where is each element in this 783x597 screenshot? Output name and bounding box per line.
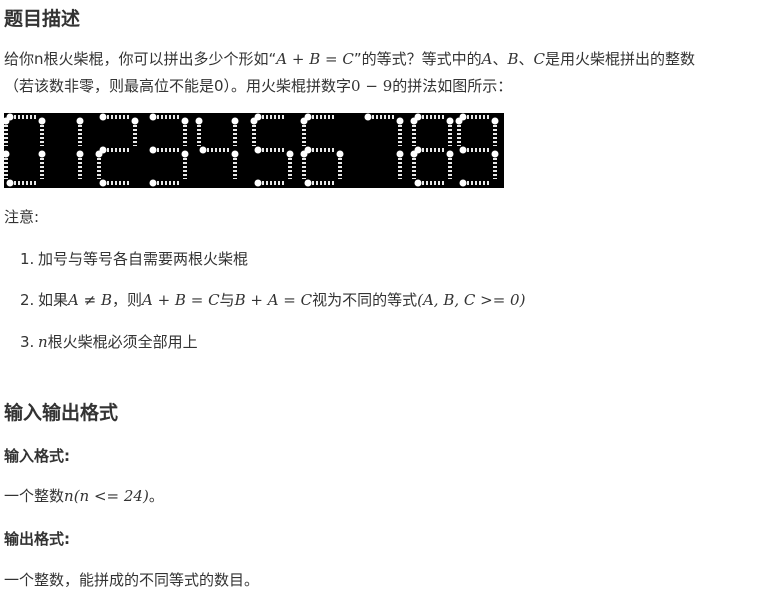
matchstick-head xyxy=(364,113,372,121)
matchstick-head xyxy=(300,117,308,125)
matchstick-head xyxy=(286,150,294,158)
matchstick-head xyxy=(396,117,404,125)
description-line-2: （若该数非零，则最高位不能是0）。用火柴棍拼数字0 − 9的拼法如图所示： xyxy=(4,77,513,95)
matchstick-head xyxy=(149,146,157,154)
matchstick-head xyxy=(38,150,46,158)
matchstick-head xyxy=(446,117,454,125)
input-text: 一个整数n(n <= 24)。 xyxy=(4,487,164,505)
output-title: 输出格式: xyxy=(4,530,70,548)
matchstick-head xyxy=(491,117,499,125)
note-item-2: 2. 如果A ≠ B，则A + B = C与B + A = C视为不同的等式(A,… xyxy=(20,291,526,309)
matchstick-head xyxy=(455,117,463,125)
matchstick-head xyxy=(76,150,84,158)
matchstick-head xyxy=(304,146,312,154)
matchstick-head xyxy=(38,117,46,125)
matchstick-head xyxy=(254,179,262,187)
matchstick-head xyxy=(99,146,107,154)
matchstick-head xyxy=(181,117,189,125)
description-line-1: 给你n根火柴棍，你可以拼出多少个形如“A + B = C”的等式？等式中的A、B… xyxy=(4,50,696,68)
matchstick-head xyxy=(99,179,107,187)
matchstick-head xyxy=(414,179,422,187)
matchstick-head xyxy=(199,146,207,154)
matchstick-head xyxy=(491,150,499,158)
matchstick-head xyxy=(414,146,422,154)
matchstick-head xyxy=(99,113,107,121)
matchstick-head xyxy=(459,146,467,154)
matchstick-head xyxy=(4,150,10,158)
matchstick-digits-image xyxy=(4,113,504,188)
note-item-3: 3. n根火柴棍必须全部用上 xyxy=(20,333,198,351)
matchstick-head xyxy=(336,150,344,158)
matchstick-head xyxy=(459,179,467,187)
matchstick-head xyxy=(254,146,262,154)
matchstick-head xyxy=(181,150,189,158)
notes-title: 注意: xyxy=(4,208,40,226)
matchstick-head xyxy=(149,179,157,187)
note-item-1: 1. 加号与等号各自需要两根火柴棍 xyxy=(20,250,249,268)
matchstick-head xyxy=(231,117,239,125)
matchstick-head xyxy=(410,117,418,125)
matchstick-head xyxy=(195,117,203,125)
io-title: 输入输出格式 xyxy=(4,402,119,424)
input-title: 输入格式: xyxy=(4,447,70,465)
matchstick-head xyxy=(250,117,258,125)
matchstick-head xyxy=(304,179,312,187)
description-title: 题目描述 xyxy=(4,8,81,30)
matchstick-head xyxy=(131,117,139,125)
matchstick-head xyxy=(396,150,404,158)
matchstick-head xyxy=(149,113,157,121)
output-text: 一个整数，能拼成的不同等式的数目。 xyxy=(4,571,260,589)
matchstick-head xyxy=(231,150,239,158)
matchstick-head xyxy=(446,150,454,158)
matchstick-head xyxy=(6,179,14,187)
matchstick-head xyxy=(76,117,84,125)
